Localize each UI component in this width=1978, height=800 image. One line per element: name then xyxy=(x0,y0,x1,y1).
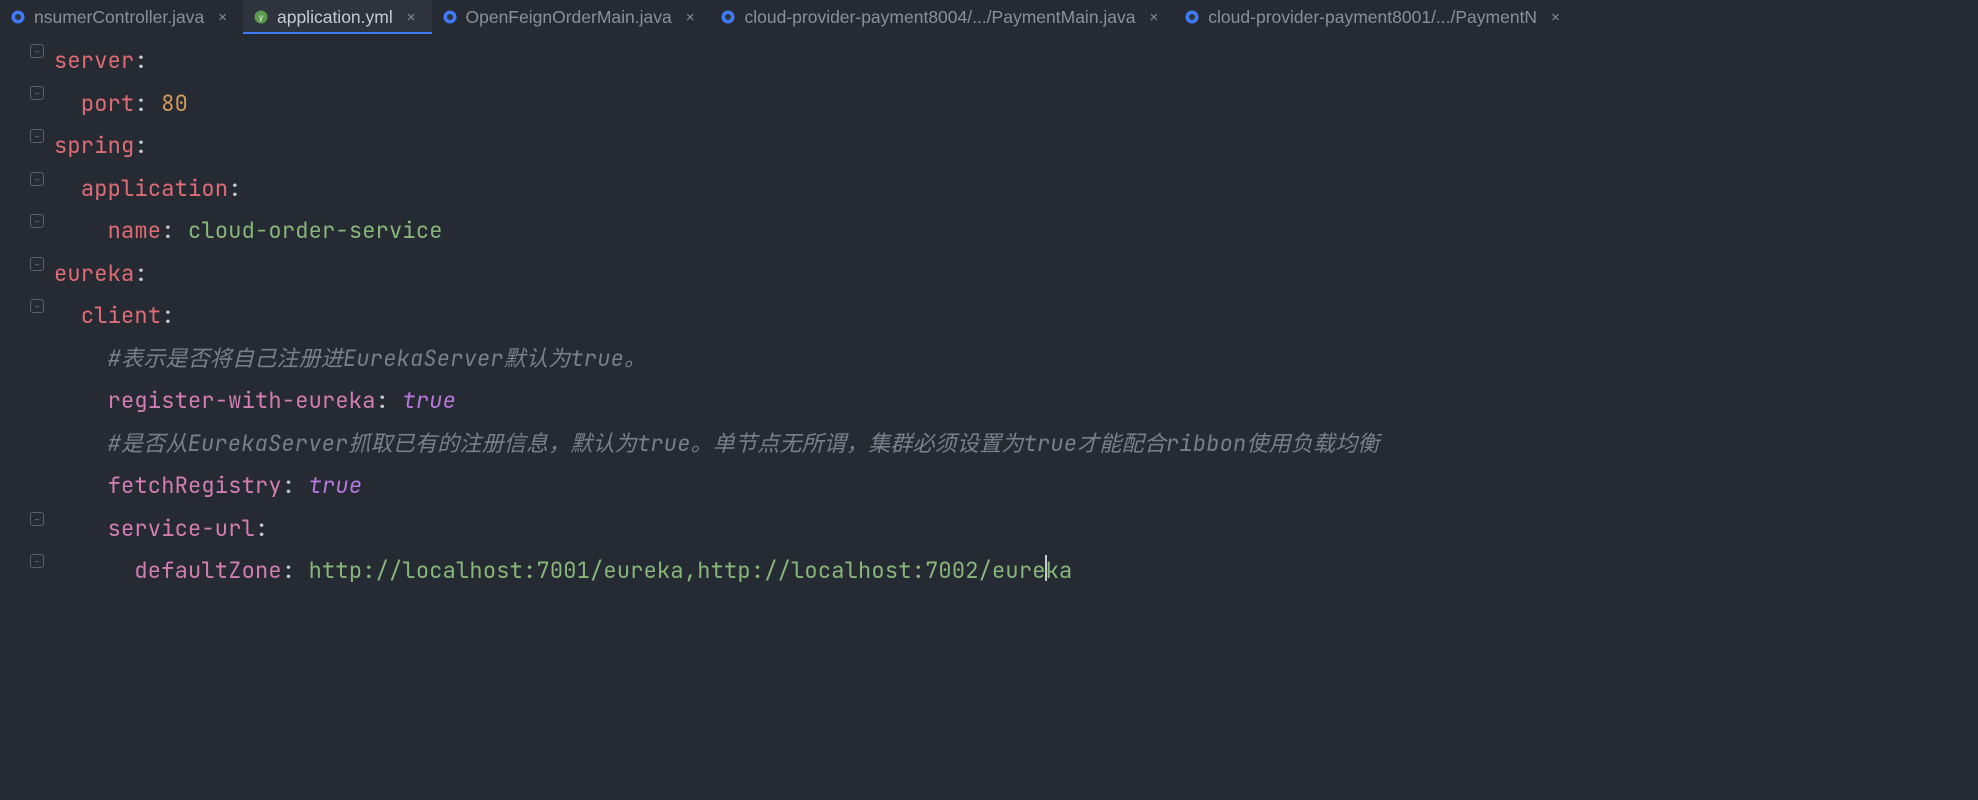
yaml-key: server xyxy=(54,46,134,75)
fold-marker[interactable] xyxy=(30,172,44,186)
java-file-icon xyxy=(10,9,26,25)
yaml-key: client xyxy=(81,301,161,330)
tab-label: cloud-provider-payment8001/.../PaymentN xyxy=(1208,7,1537,28)
yaml-key: name xyxy=(108,216,162,245)
tab-label: cloud-provider-payment8004/.../PaymentMa… xyxy=(744,7,1135,28)
tab-label: nsumerController.java xyxy=(34,7,204,28)
editor-tab[interactable]: nsumerController.java × xyxy=(0,0,243,34)
yaml-string: cloud-order-service xyxy=(188,216,443,245)
yaml-key: service-url xyxy=(108,514,255,543)
gutter xyxy=(0,34,54,800)
yaml-key: register-with-eureka xyxy=(108,386,376,415)
java-file-icon xyxy=(442,9,458,25)
editor-tab[interactable]: OpenFeignOrderMain.java × xyxy=(432,0,711,34)
yaml-key: defaultZone xyxy=(134,556,281,585)
fold-marker[interactable] xyxy=(30,214,44,228)
editor-tab[interactable]: cloud-provider-payment8004/.../PaymentMa… xyxy=(710,0,1174,34)
close-icon[interactable]: × xyxy=(1148,9,1161,26)
editor-tabs: nsumerController.java×yapplication.yml×O… xyxy=(0,0,1978,34)
fold-marker[interactable] xyxy=(30,512,44,526)
fold-marker[interactable] xyxy=(30,299,44,313)
yaml-number: 80 xyxy=(161,89,188,118)
yaml-comment: #表示是否将自己注册进EurekaServer默认为true。 xyxy=(108,344,647,373)
yaml-bool: true xyxy=(309,471,363,500)
code-content[interactable]: server: port: 80 spring: application: na… xyxy=(54,34,1978,800)
tab-label: application.yml xyxy=(277,7,393,28)
close-icon[interactable]: × xyxy=(216,9,229,26)
yaml-string: ka xyxy=(1046,556,1073,585)
fold-marker[interactable] xyxy=(30,554,44,568)
yaml-file-icon: y xyxy=(253,9,269,25)
fold-marker[interactable] xyxy=(30,129,44,143)
yaml-key: port xyxy=(81,89,135,118)
close-icon[interactable]: × xyxy=(405,9,418,26)
yaml-string: http://localhost:7001/eureka,http://loca… xyxy=(309,556,1046,585)
svg-text:y: y xyxy=(259,13,263,22)
fold-marker[interactable] xyxy=(30,44,44,58)
editor-tab[interactable]: cloud-provider-payment8001/.../PaymentN × xyxy=(1174,0,1576,34)
fold-marker[interactable] xyxy=(30,257,44,271)
yaml-bool: true xyxy=(402,386,456,415)
tab-label: OpenFeignOrderMain.java xyxy=(466,7,672,28)
yaml-comment: #是否从EurekaServer抓取已有的注册信息，默认为true。单节点无所谓… xyxy=(108,429,1380,458)
java-file-icon xyxy=(720,9,736,25)
editor-tab[interactable]: y application.yml × xyxy=(243,0,432,34)
close-icon[interactable]: × xyxy=(1549,9,1562,26)
fold-marker[interactable] xyxy=(30,86,44,100)
yaml-key: fetchRegistry xyxy=(108,471,282,500)
editor-area: server: port: 80 spring: application: na… xyxy=(0,34,1978,800)
java-file-icon xyxy=(1184,9,1200,25)
yaml-key: eureka xyxy=(54,259,134,288)
yaml-key: application xyxy=(81,174,228,203)
close-icon[interactable]: × xyxy=(684,9,697,26)
yaml-key: spring xyxy=(54,131,134,160)
